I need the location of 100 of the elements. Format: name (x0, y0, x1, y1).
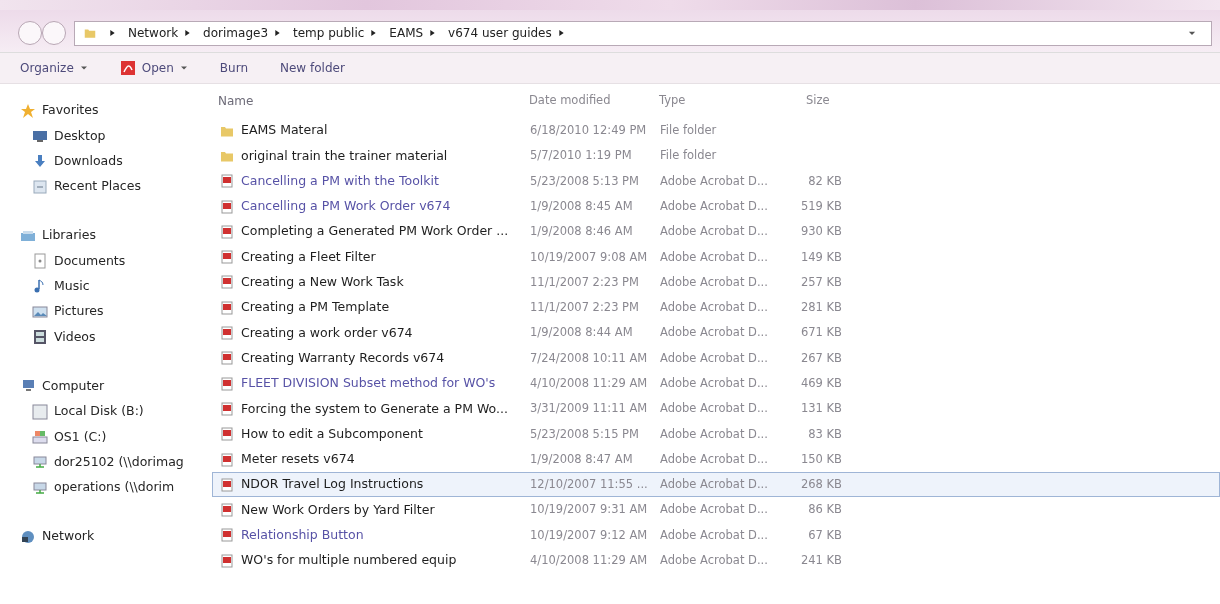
date-modified: 5/23/2008 5:15 PM (530, 426, 639, 441)
column-header[interactable]: Type (659, 93, 686, 107)
file-name: original train the trainer material (241, 146, 448, 165)
nav-item[interactable]: Documents (20, 248, 212, 274)
nav-item[interactable]: Music (20, 273, 212, 300)
file-row[interactable]: Creating Warranty Records v674 7/24/2008 10:11 AM Adobe Acrobat D... 267 KB (212, 345, 1220, 371)
date-modified: 4/10/2008 11:29 AM (530, 376, 648, 390)
document-icon (219, 325, 235, 341)
address-bar[interactable]: Network dorimage3 temp public EAMS v674 user guides (74, 20, 1212, 46)
column-header[interactable]: Name (218, 94, 254, 108)
breadcrumb-link[interactable]: EAMS (389, 24, 424, 42)
document-icon (219, 173, 235, 190)
file-row[interactable]: Creating a PM Template 11/1/2007 2:23 PM Adobe Acrobat D... 281 KB (212, 295, 1220, 321)
file-row[interactable]: EAMS Materal 6/18/2010 12:49 PM File folder (212, 118, 1220, 144)
file-type: Adobe Acrobat D... (660, 376, 768, 390)
chevron-icon (274, 29, 281, 37)
file-row[interactable]: New Work Orders by Yard Filter 10/19/2007 9:31 AM Adobe Acrobat D... 86 KB (212, 497, 1220, 523)
film-icon (32, 329, 48, 345)
file-name: How to edit a Subcomponent (241, 424, 423, 443)
file-row[interactable]: WO's for multiple numbered equip 4/10/2008 11:29 AM Adobe Acrobat D... 241 KB (212, 548, 1220, 574)
nav-item[interactable]: Downloads (20, 148, 212, 174)
file-size: 150 KB (800, 451, 842, 466)
file-name: EAMS Materal (241, 121, 328, 140)
file-size: 241 KB (800, 553, 842, 568)
nav-item[interactable]: Pictures (20, 299, 212, 325)
file-size: 149 KB (800, 249, 842, 264)
document-icon (219, 502, 235, 519)
file-row[interactable]: Creating a New Work Task 11/1/2007 2:23 PM Adobe Acrobat D... 257 KB (212, 269, 1220, 296)
breadcrumb-link[interactable]: temp public (293, 24, 365, 42)
file-row[interactable]: Completing a Generated PM Work Order ... 1/9/2008 8:46 AM Adobe Acrobat D... 930 KB (212, 219, 1220, 245)
date-modified: 10/19/2007 9:08 AM (530, 249, 648, 264)
back-button[interactable] (18, 21, 42, 45)
file-row[interactable]: Creating a work order v674 1/9/2008 8:44 AM Adobe Acrobat D... 671 KB (212, 320, 1220, 346)
date-modified: 1/9/2008 8:47 AM (530, 451, 633, 466)
document-icon (219, 476, 235, 493)
date-modified: 5/23/2008 5:13 PM (530, 173, 639, 188)
date-modified: 1/9/2008 8:46 AM (530, 224, 633, 239)
file-row[interactable]: FLEET DIVISION Subset method for WO's 4/10/2008 11:29 AM Adobe Acrobat D... 469 KB (212, 370, 1220, 397)
nav-item[interactable]: Recent Places (20, 173, 212, 200)
file-row[interactable]: Cancelling a PM Work Order v674 1/9/2008 8:45 AM Adobe Acrobat D... 519 KB (212, 193, 1220, 220)
file-size: 671 KB (800, 325, 842, 340)
nav-item[interactable]: Videos (20, 324, 212, 350)
file-row[interactable]: Relationship Button 10/19/2007 9:12 AM Adobe Acrobat D... 67 KB (212, 522, 1220, 549)
file-type: Adobe Acrobat D... (660, 274, 768, 289)
file-name: Creating a work order v674 (241, 323, 413, 342)
file-row[interactable]: Meter resets v674 1/9/2008 8:47 AM Adobe Acrobat D... 150 KB (212, 446, 1220, 473)
toolbar-button[interactable]: New folder (274, 57, 351, 79)
nav-item[interactable]: OS1 (C:) (20, 424, 212, 450)
file-size: 86 KB (808, 502, 842, 517)
network-icon (20, 528, 36, 545)
file-name: Creating a PM Template (241, 298, 390, 317)
file-row[interactable]: Creating a Fleet Filter 10/19/2007 9:08 AM Adobe Acrobat D... 149 KB (212, 244, 1220, 270)
breadcrumb-link[interactable]: Network (128, 24, 179, 42)
file-row[interactable]: original train the trainer material 5/7/2010 1:19 PM File folder (212, 143, 1220, 169)
file-size: 930 KB (800, 224, 842, 239)
file-type: Adobe Acrobat D... (660, 173, 768, 188)
file-size: 519 KB (800, 198, 842, 213)
file-row[interactable]: Cancelling a PM with the Toolkit 5/23/2008 5:13 PM Adobe Acrobat D... 82 KB (212, 168, 1220, 194)
file-name: Meter resets v674 (241, 450, 355, 469)
breadcrumb-link[interactable]: v674 user guides (448, 24, 552, 42)
column-header[interactable]: Size (806, 93, 830, 107)
caret-icon (79, 64, 88, 72)
file-type: File folder (660, 148, 717, 163)
file-row[interactable]: How to edit a Subcomponent 5/23/2008 5:15 PM Adobe Acrobat D... 83 KB (212, 421, 1220, 447)
file-type: Adobe Acrobat D... (660, 527, 768, 542)
column-header[interactable]: Date modified (529, 93, 611, 107)
document-icon (219, 350, 235, 367)
file-size: 469 KB (800, 376, 842, 390)
file-name: Relationship Button (241, 526, 364, 544)
nav-item[interactable]: Local Disk (B:) (20, 398, 212, 425)
toolbar-button[interactable]: Organize (14, 57, 94, 79)
toolbar-button[interactable]: Burn (213, 57, 254, 79)
recent-places-icon (32, 178, 48, 195)
date-modified: 12/10/2007 11:55 ... (530, 477, 648, 492)
chevron-icon (370, 29, 378, 37)
document-icon (219, 375, 235, 392)
document-icon (219, 274, 235, 291)
breadcrumb-link[interactable]: dorimage3 (203, 24, 268, 42)
selected-file-row[interactable]: NDOR Travel Log Instructions 12/10/2007 11:55 ... Adobe Acrobat D... 268 KB (212, 472, 1220, 498)
file-type: File folder (660, 123, 717, 137)
date-modified: 3/31/2009 11:11 AM (530, 401, 648, 416)
nav-group-header[interactable]: Network (20, 524, 212, 550)
nav-item[interactable]: operations (\\dorim (20, 474, 212, 501)
nav-group-header[interactable]: Computer (20, 373, 212, 399)
nav-item[interactable]: dor25102 (\\dorimag (20, 449, 212, 475)
document-icon (219, 426, 235, 443)
nav-group-header[interactable]: Libraries (20, 223, 212, 249)
document-icon (219, 299, 235, 316)
chevron-icon (557, 29, 565, 37)
nav-item[interactable]: Desktop (20, 123, 212, 149)
file-name: Creating a Fleet Filter (241, 247, 376, 266)
file-name: FLEET DIVISION Subset method for WO's (241, 374, 496, 393)
forward-button[interactable] (42, 21, 66, 45)
nav-group-header[interactable]: Favorites (20, 98, 212, 124)
file-name: Creating a New Work Task (241, 273, 404, 292)
toolbar-button[interactable]: Open (113, 57, 194, 79)
file-type: Adobe Acrobat D... (660, 553, 768, 568)
caret-icon (179, 64, 188, 72)
file-row[interactable]: Forcing the system to Generate a PM Wo... 3/31/2009 11:11 AM Adobe Acrobat D... 131 KB (212, 396, 1220, 422)
document-icon (219, 198, 235, 215)
